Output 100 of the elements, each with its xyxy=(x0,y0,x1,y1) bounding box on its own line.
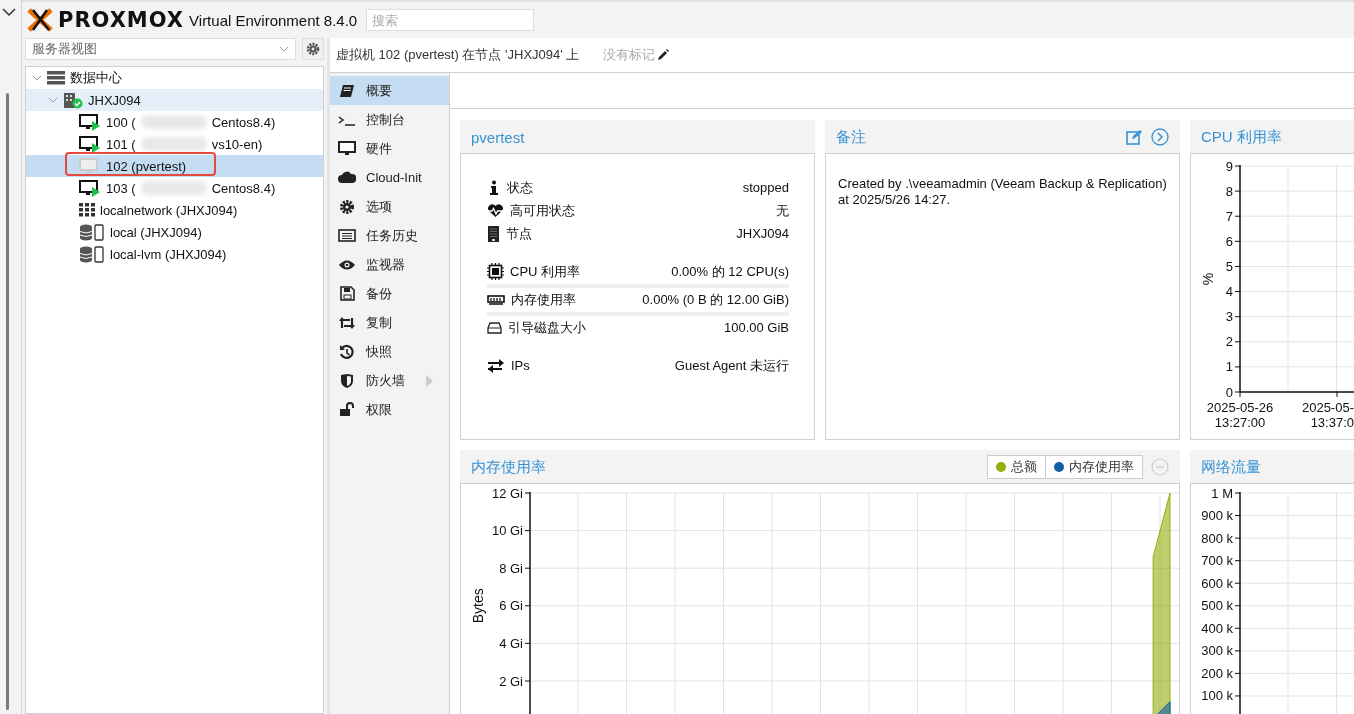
menu-item[interactable]: 备份 xyxy=(330,279,449,308)
building-check-icon xyxy=(63,91,83,109)
list-icon xyxy=(338,229,356,242)
menu-item[interactable]: 快照 xyxy=(330,337,449,366)
tree-item[interactable]: 103 ( Centos8.4) xyxy=(26,177,323,199)
tick-label: 7 xyxy=(1225,208,1233,224)
legend-item[interactable]: 内存使用率 xyxy=(1045,456,1142,478)
tree-item[interactable]: 数据中心 xyxy=(26,67,323,89)
tick-label: 700 k xyxy=(1201,553,1233,569)
tree-item[interactable]: localnetwork (JHXJ094) xyxy=(26,199,323,221)
tick-label: 200 k xyxy=(1201,665,1233,681)
logo-text: PROXMOX xyxy=(58,8,185,32)
tick-label: 500 k xyxy=(1201,598,1233,614)
field-label: 节点 xyxy=(506,224,532,243)
server-rack-icon xyxy=(47,71,65,85)
panel-title: pvertest xyxy=(471,128,526,146)
tick-label: 9 xyxy=(1225,158,1233,174)
field-value: 0.00% 的 12 CPU(s) xyxy=(671,262,789,281)
edit-icon[interactable] xyxy=(1126,129,1143,145)
field-label: IPs xyxy=(511,358,530,373)
field-value: 0.00% (0 B 的 12.00 GiB) xyxy=(642,290,789,309)
tick-label: 100 k xyxy=(1201,688,1233,704)
tree-item[interactable]: local (JHXJ094) xyxy=(26,221,323,243)
chevron-down-icon[interactable] xyxy=(2,8,16,17)
panel-title: 内存使用率 xyxy=(471,457,547,477)
tick-label: 800 k xyxy=(1201,530,1233,546)
menu-item[interactable]: 控制台 xyxy=(330,105,449,134)
page-title: 虚拟机 102 (pvertest) 在节点 'JHXJ094' 上 xyxy=(336,46,580,64)
search-field[interactable]: 搜索 xyxy=(366,9,535,31)
exchange-icon xyxy=(487,358,505,373)
panel-title: CPU 利用率 xyxy=(1201,127,1283,147)
settings-button[interactable] xyxy=(302,38,324,60)
field-value: stopped xyxy=(742,180,789,195)
book-icon xyxy=(339,83,355,98)
field-label: 高可用状态 xyxy=(510,201,575,220)
field-label: 内存使用率 xyxy=(511,290,576,309)
menu-item[interactable]: 权限 xyxy=(330,395,449,424)
tick-label: 6 xyxy=(1225,233,1233,249)
database-icon xyxy=(79,245,105,263)
caret-icon[interactable] xyxy=(48,96,58,104)
minus-circle-icon[interactable] xyxy=(1151,458,1169,476)
logo-icon xyxy=(27,8,53,32)
drive-icon xyxy=(487,321,502,334)
legend-item[interactable]: 总额 xyxy=(988,456,1045,478)
tick-label: 1 xyxy=(1225,359,1233,375)
tick-label: 12 Gi xyxy=(491,485,523,501)
tree-item[interactable]: JHXJ094 xyxy=(26,89,323,111)
field-value: 无 xyxy=(776,201,789,220)
tick-label: 10 Gi xyxy=(491,523,523,539)
tree-item[interactable]: 101 ( vs10-en) xyxy=(26,133,323,155)
field-label: 状态 xyxy=(507,178,533,197)
tick-label: 3 xyxy=(1225,309,1233,325)
unlock-icon xyxy=(339,402,355,417)
tick-label: 2025-05-26 13:27:00 xyxy=(1206,400,1274,430)
view-dropdown[interactable]: 服务器视图 xyxy=(25,38,296,60)
chip-icon xyxy=(487,263,504,280)
tree-item[interactable]: 100 ( Centos8.4) xyxy=(26,111,323,133)
redaction-blur xyxy=(140,137,207,151)
info-icon xyxy=(487,180,501,195)
floppy-icon xyxy=(339,286,355,301)
menu-item[interactable]: 复制 xyxy=(330,308,449,337)
memory-icon xyxy=(487,294,505,305)
product-name: Virtual Environment 8.4.0 xyxy=(189,11,358,29)
menu-item[interactable]: 硬件 xyxy=(330,134,449,163)
tree-item[interactable]: local-lvm (JHXJ094) xyxy=(26,243,323,265)
menu-item[interactable]: Cloud-Init xyxy=(330,163,449,192)
tick-label: 2 xyxy=(1225,334,1233,350)
tick-label: 4 xyxy=(1225,284,1233,300)
monitor-icon xyxy=(338,141,356,156)
tick-label: 900 k xyxy=(1201,508,1233,524)
panel-title: 备注 xyxy=(836,127,867,147)
tick-label: 400 k xyxy=(1201,620,1233,636)
tick-label: 1 M xyxy=(1211,485,1233,501)
menu-item[interactable]: 监视器 xyxy=(330,250,449,279)
cloud-icon xyxy=(338,171,356,184)
tree-item[interactable]: 102 (pvertest) xyxy=(26,155,323,177)
grid-icon xyxy=(79,203,95,217)
field-value: JHXJ094 xyxy=(736,226,789,241)
field-label: 引导磁盘大小 xyxy=(508,318,586,337)
menu-item[interactable]: 防火墙 xyxy=(330,366,449,395)
gear-icon xyxy=(306,42,320,56)
tick-label: 2 Gi xyxy=(499,673,523,689)
scrollbar[interactable] xyxy=(6,93,9,710)
chevron-circle-icon[interactable] xyxy=(1151,128,1169,146)
menu-item[interactable]: 任务历史 xyxy=(330,221,449,250)
tick-label: 8 xyxy=(1225,183,1233,199)
axis-title: Bytes xyxy=(470,588,486,624)
field-value: 100.00 GiB xyxy=(723,320,789,335)
panel-title: 网络流量 xyxy=(1201,457,1262,477)
caret-icon xyxy=(279,46,289,52)
menu-item[interactable]: 概要 xyxy=(330,76,449,105)
arrows-icon xyxy=(338,315,356,330)
tick-label: 600 k xyxy=(1201,575,1233,591)
expand-arrow-icon[interactable] xyxy=(426,374,433,387)
server-icon xyxy=(487,225,500,242)
menu-item[interactable]: 选项 xyxy=(330,192,449,221)
field-label: CPU 利用率 xyxy=(510,262,581,281)
caret-icon[interactable] xyxy=(32,74,42,82)
eye-icon xyxy=(338,258,356,271)
tick-label: 8 Gi xyxy=(499,560,523,576)
